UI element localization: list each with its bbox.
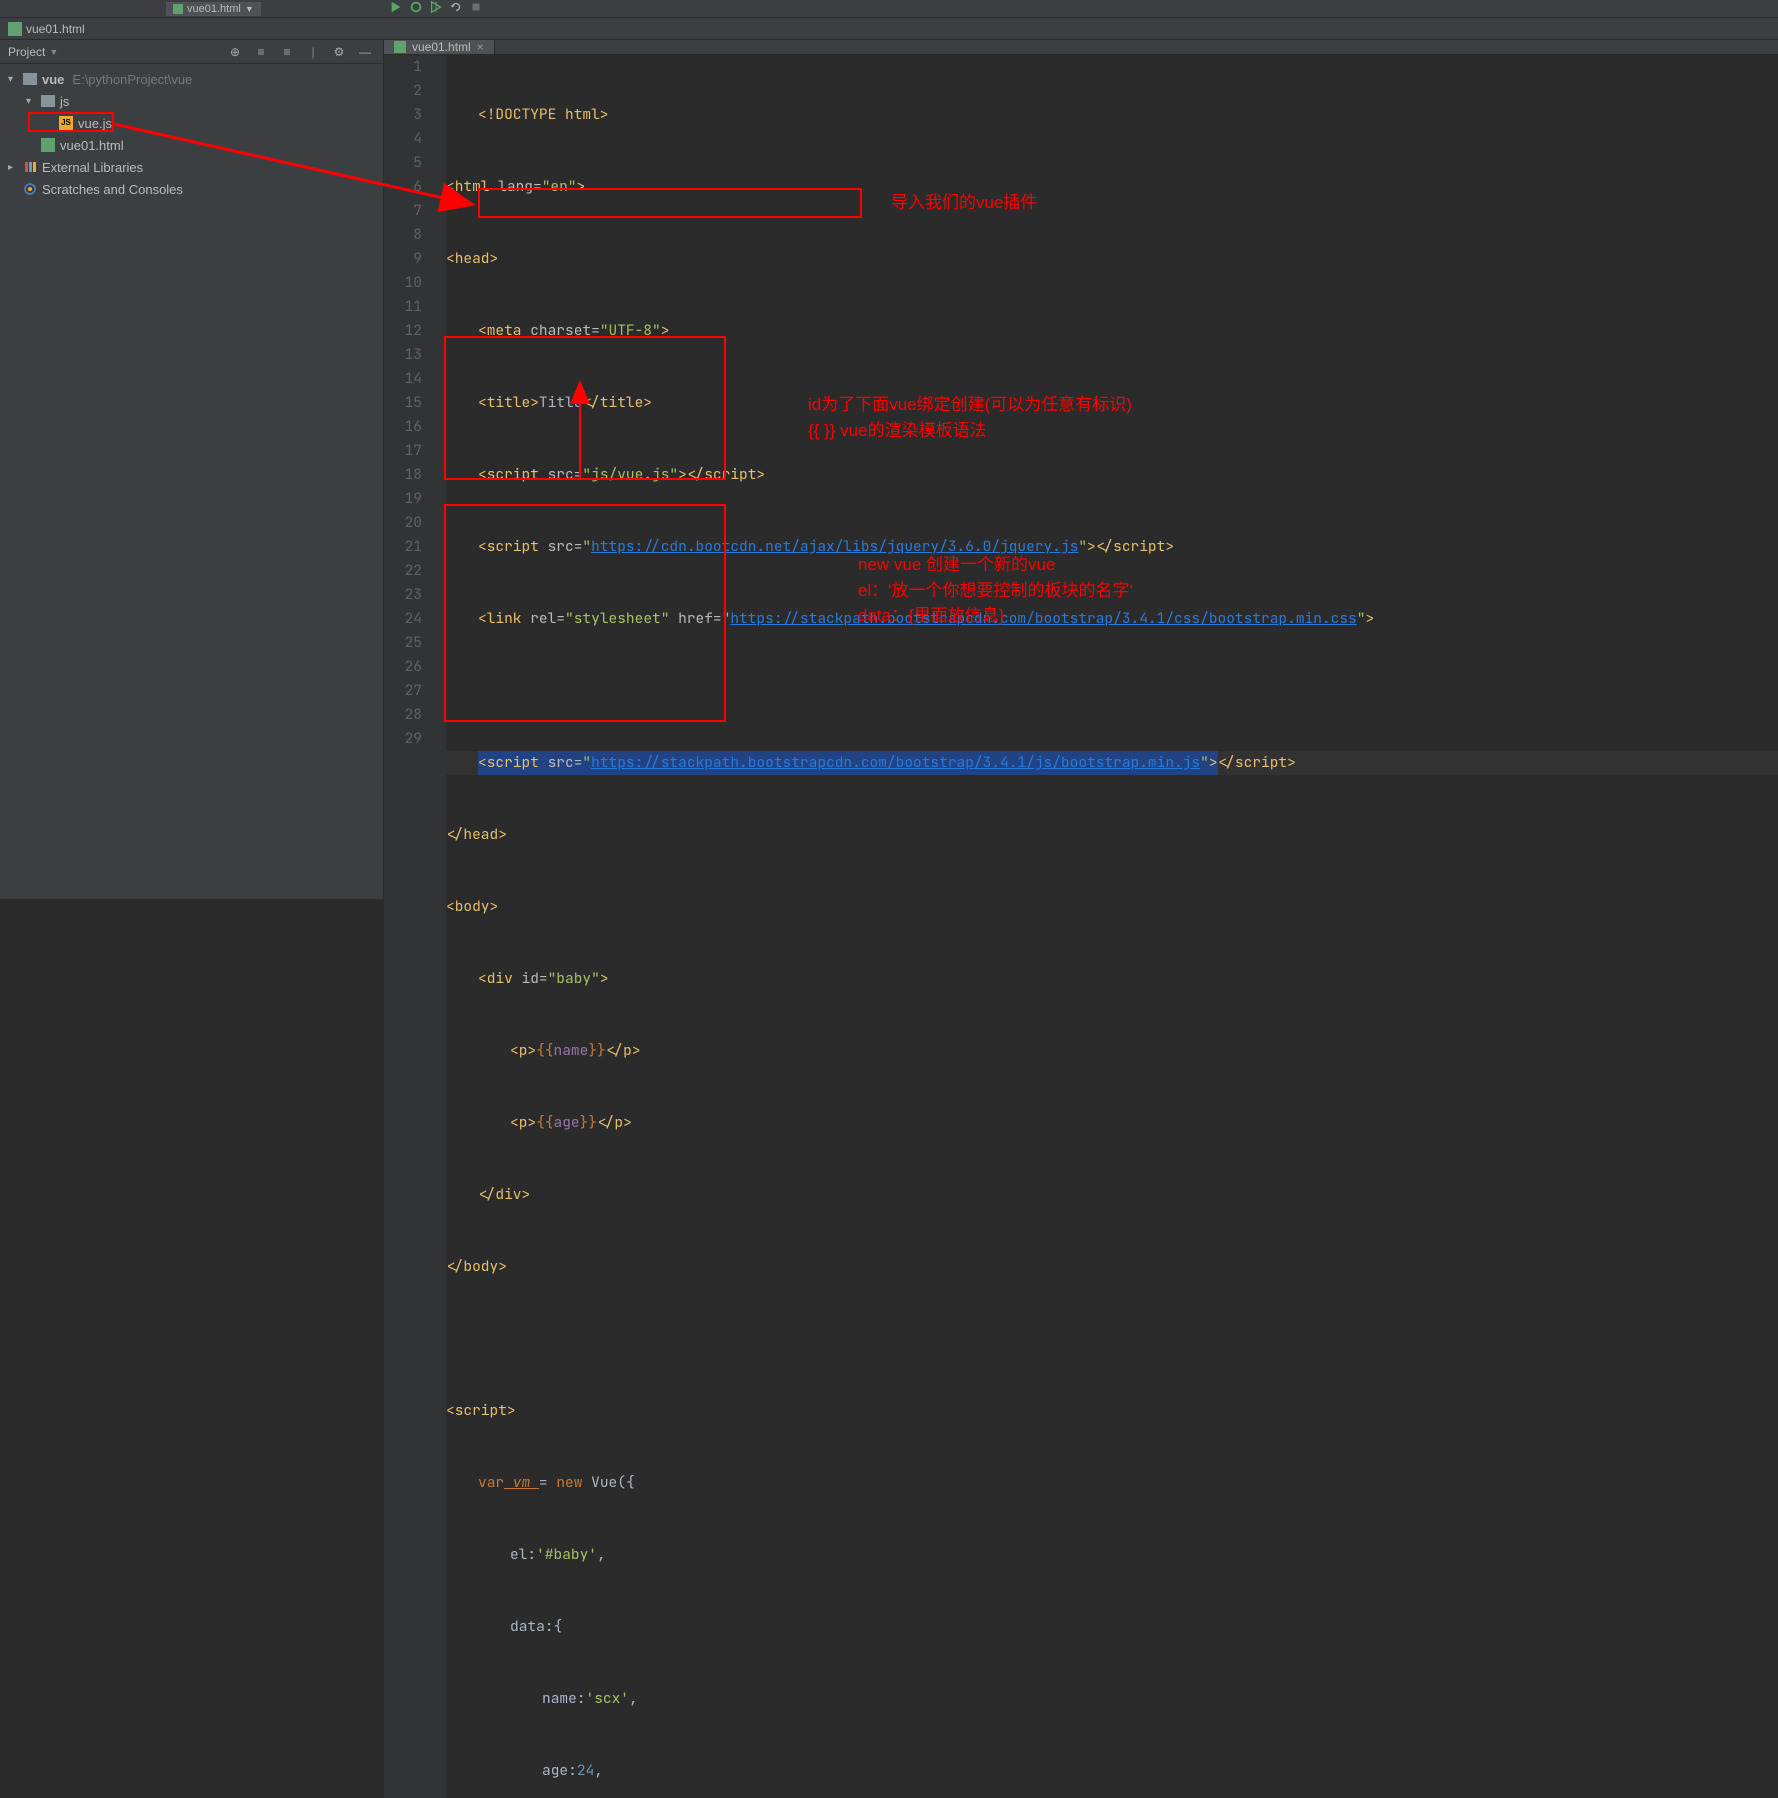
- line-number-gutter[interactable]: 1234567891011121314151617181920212223242…: [384, 55, 432, 1798]
- code-editor[interactable]: 1234567891011121314151617181920212223242…: [384, 55, 1778, 1798]
- project-panel-title[interactable]: Project: [8, 45, 45, 59]
- tree-scratches[interactable]: Scratches and Consoles: [0, 178, 383, 200]
- navigation-bar: vue01.html: [0, 18, 1778, 40]
- html-file-icon: [394, 41, 406, 53]
- close-tab-icon[interactable]: ×: [477, 40, 484, 54]
- settings-icon[interactable]: ⚙: [329, 42, 349, 62]
- tree-folder-js[interactable]: ▾ js: [0, 90, 383, 112]
- collapse-all-icon[interactable]: ≡: [277, 42, 297, 62]
- fold-gutter[interactable]: [432, 55, 446, 1798]
- run-config-selector[interactable]: vue01.html ▼: [166, 2, 261, 16]
- library-icon: [22, 159, 38, 175]
- expand-all-icon[interactable]: ≡: [251, 42, 271, 62]
- run-icon[interactable]: [389, 0, 403, 17]
- hide-icon[interactable]: —: [355, 42, 375, 62]
- project-tool-window: Project ▼ ⊕ ≡ ≡ | ⚙ — ▾ vue E:\pythonPro…: [0, 40, 384, 899]
- html-file-icon: [8, 22, 22, 36]
- breadcrumb-file[interactable]: vue01.html: [26, 22, 85, 36]
- editor-tab-label: vue01.html: [412, 40, 471, 54]
- stop-icon[interactable]: [469, 0, 483, 17]
- tree-external-libraries[interactable]: ▸ External Libraries: [0, 156, 383, 178]
- run-config-label: vue01.html: [187, 3, 241, 15]
- tree-file-vuejs[interactable]: JS vue.js: [0, 112, 383, 134]
- debug-icon[interactable]: [409, 0, 423, 17]
- tree-file-vue01[interactable]: vue01.html: [0, 134, 383, 156]
- project-tree[interactable]: ▾ vue E:\pythonProject\vue ▾ js JS vue.j…: [0, 64, 383, 204]
- scratches-icon: [22, 181, 38, 197]
- editor-tabs: vue01.html ×: [384, 40, 1778, 55]
- project-panel-header: Project ▼ ⊕ ≡ ≡ | ⚙ —: [0, 40, 383, 64]
- editor-tab-vue01[interactable]: vue01.html ×: [384, 40, 495, 54]
- coverage-icon[interactable]: [429, 0, 443, 17]
- tree-root[interactable]: ▾ vue E:\pythonProject\vue: [0, 68, 383, 90]
- editor: vue01.html × ▲4 ▲1 ⌃ 1234567891011121314…: [384, 40, 1778, 899]
- select-opened-file-icon[interactable]: ⊕: [225, 42, 245, 62]
- rerun-icon[interactable]: [449, 0, 463, 17]
- main-toolbar: vue01.html ▼: [0, 0, 1778, 18]
